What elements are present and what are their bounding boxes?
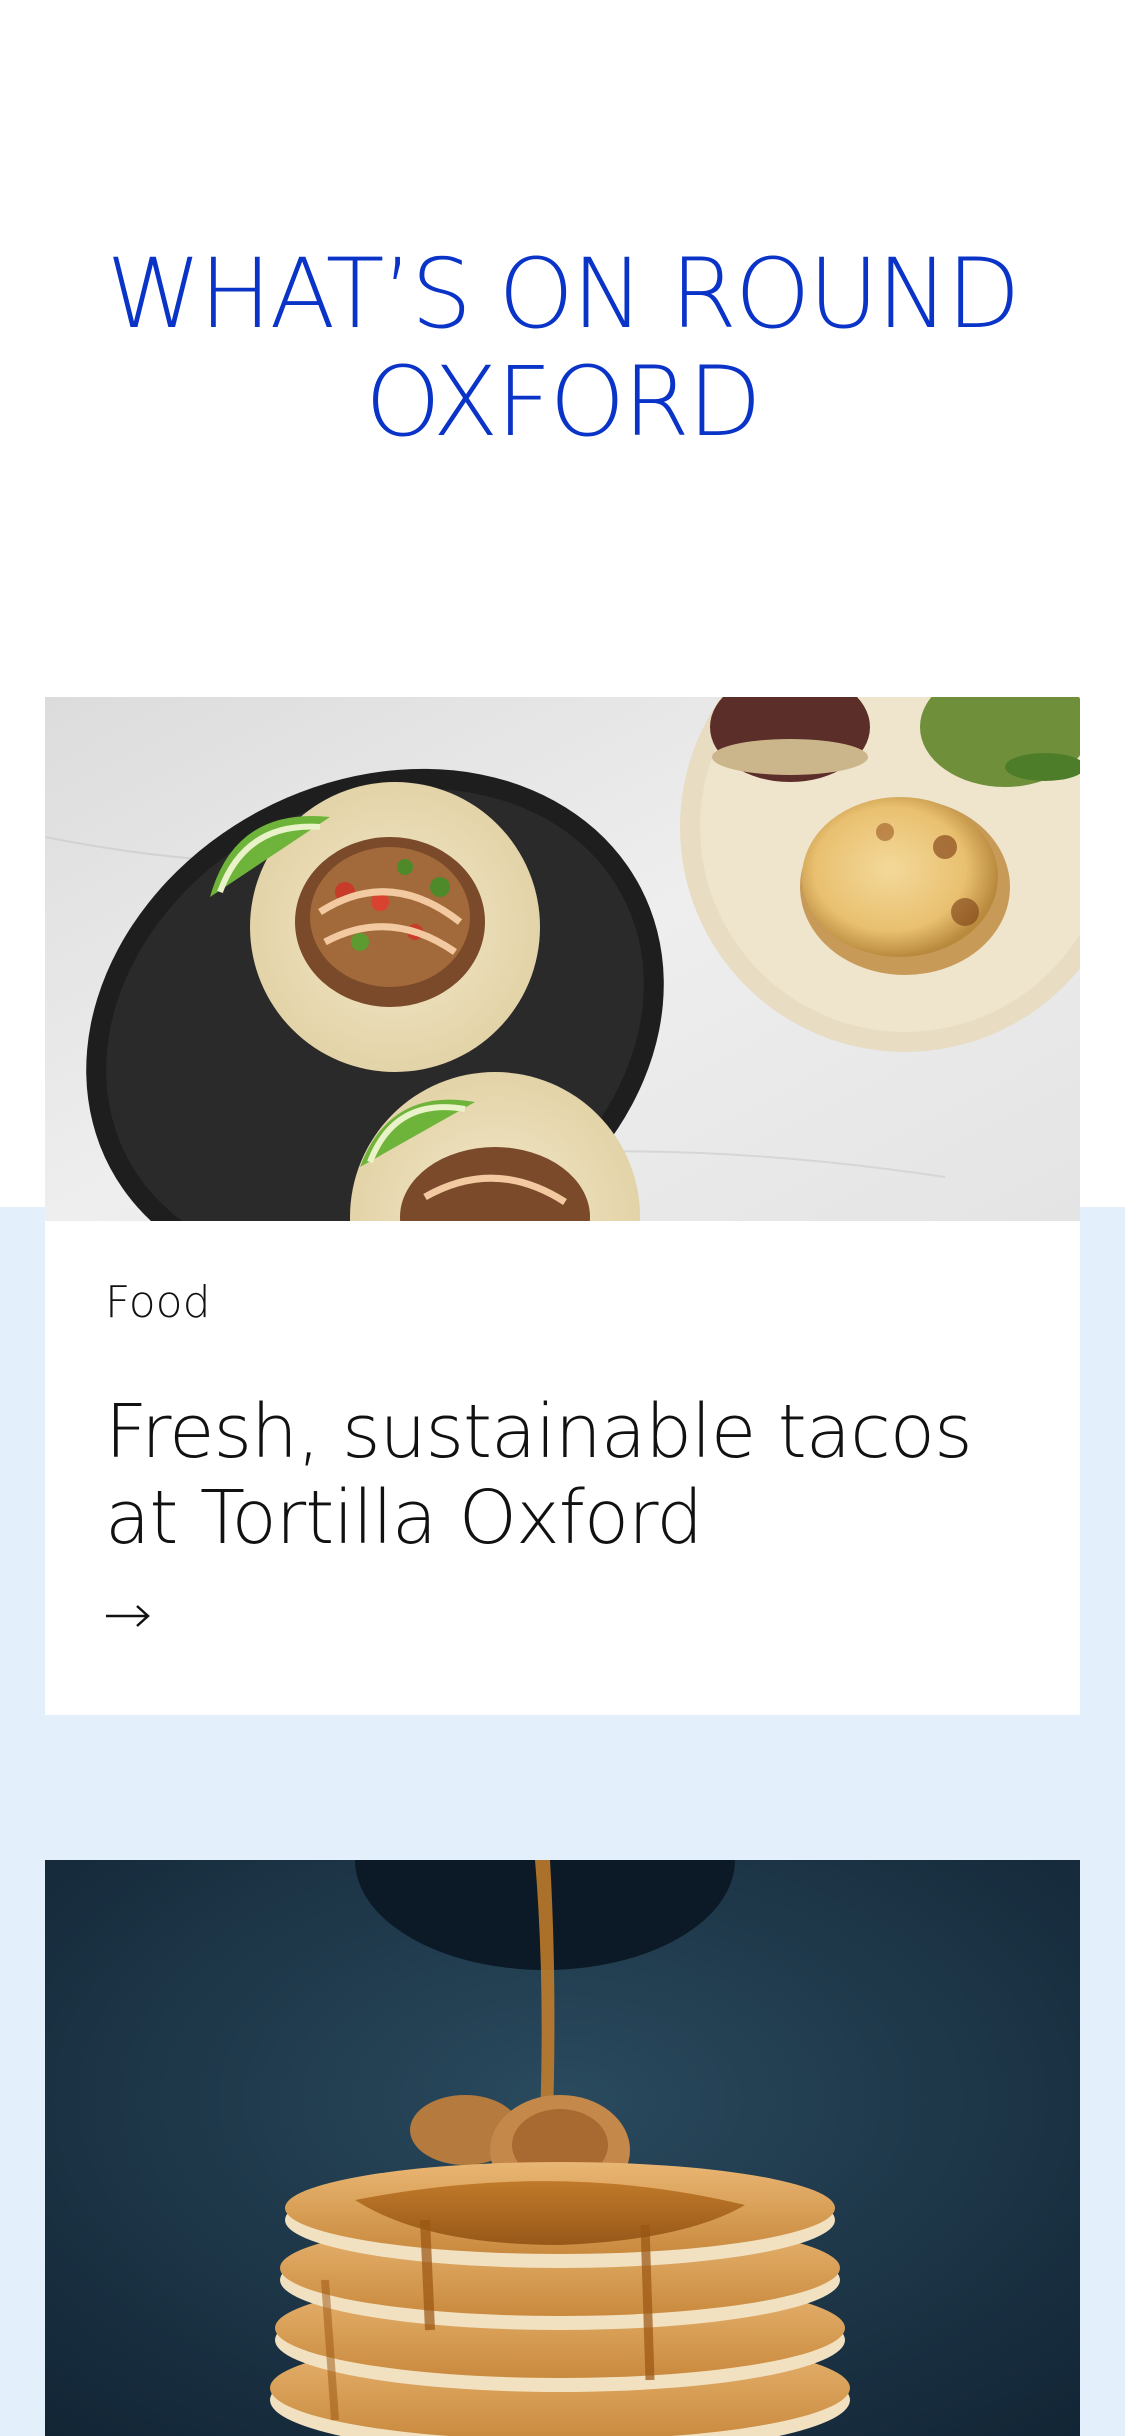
page-title-line-2: OXFORD (365, 346, 762, 458)
article-card-pancakes[interactable] (45, 1860, 1080, 2436)
card-title[interactable]: Fresh, sustainable tacos at Tortilla Oxf… (105, 1389, 1035, 1561)
page-title: WHAT’S ON ROUND OXFORD (60, 240, 1065, 456)
page: WHAT’S ON ROUND OXFORD Food Fresh, susta… (0, 0, 1125, 2436)
tacos-photo[interactable] (45, 697, 1080, 1221)
card-category: Food (105, 1277, 211, 1328)
pancakes-photo[interactable] (45, 1860, 1080, 2436)
arrow-right-icon[interactable] (105, 1601, 151, 1631)
article-card-tacos[interactable]: Food Fresh, sustainable tacos at Tortill… (45, 697, 1080, 1715)
page-title-line-1: WHAT’S ON ROUND (106, 238, 1020, 350)
